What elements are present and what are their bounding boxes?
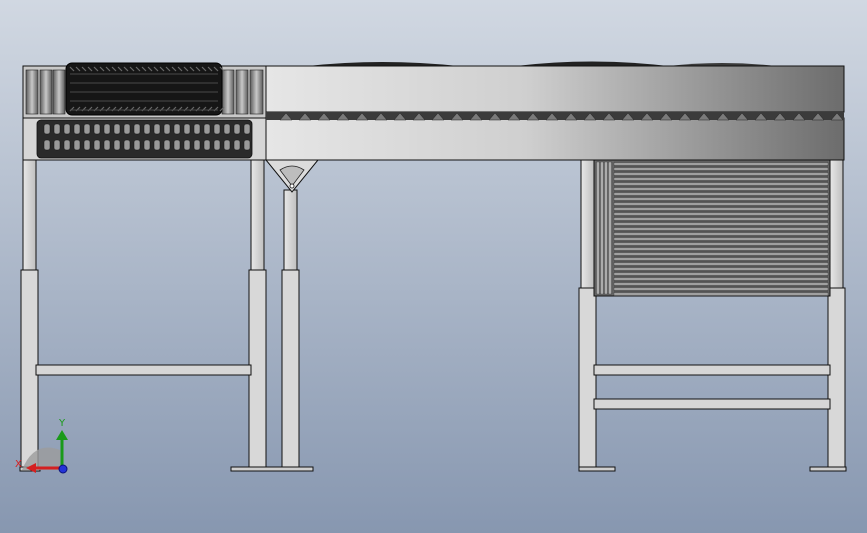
cad-viewport[interactable]: Y X <box>0 0 867 533</box>
leg-sleeve <box>248 269 267 471</box>
roller <box>235 69 249 115</box>
crossbar <box>35 364 252 376</box>
foot-plate <box>578 466 616 472</box>
right-roller-stack <box>593 159 831 297</box>
roller <box>39 69 53 115</box>
leg-sleeve <box>827 287 846 471</box>
upper-belt <box>265 65 845 113</box>
z-axis-dot-icon <box>58 464 68 474</box>
roller <box>25 69 39 115</box>
crossbar <box>593 364 831 376</box>
main-belt-conveyor[interactable] <box>265 61 845 161</box>
roller <box>52 69 66 115</box>
y-axis-label: Y <box>58 418 66 429</box>
foot-plate <box>809 466 847 472</box>
lower-belt <box>265 117 845 161</box>
x-axis-label: X <box>15 459 22 470</box>
crossbar <box>593 398 831 410</box>
leg-sleeve <box>578 287 597 471</box>
conveyor-assembly-drawing[interactable]: Y X <box>0 0 867 533</box>
leg-sleeve <box>20 269 39 471</box>
tire <box>65 62 225 116</box>
leg-sleeve <box>281 269 300 471</box>
roller <box>249 69 264 115</box>
foot-plate <box>230 466 314 472</box>
left-conveyor-module[interactable] <box>22 62 267 161</box>
